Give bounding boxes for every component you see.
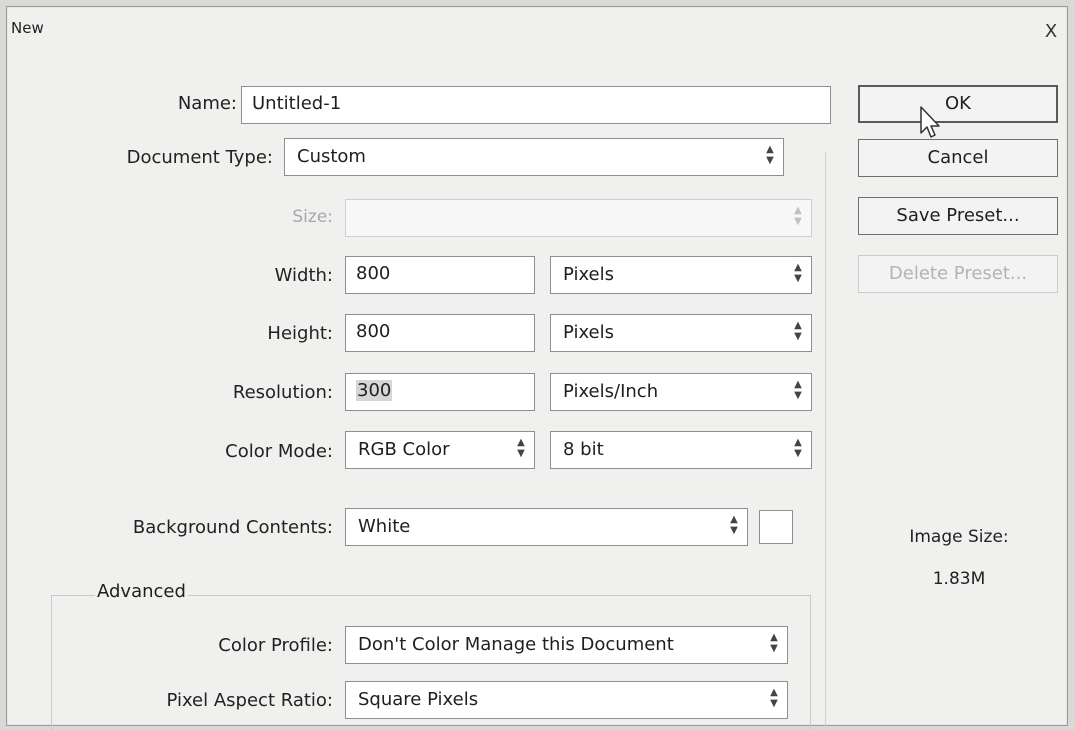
up-down-arrows-icon: ▲ ▼: [794, 320, 802, 342]
name-label: Name:: [177, 93, 237, 114]
up-down-arrows-icon: ▲ ▼: [517, 437, 525, 459]
up-down-arrows-icon: ▲ ▼: [770, 632, 778, 654]
up-down-arrows-icon: ▲ ▼: [794, 262, 802, 284]
pixel-aspect-ratio-select[interactable]: Square Pixels ▲ ▼: [345, 681, 788, 719]
advanced-toggle[interactable]: Advanced: [95, 581, 188, 602]
resolution-label: Resolution:: [232, 382, 333, 403]
width-input[interactable]: 800: [345, 256, 535, 294]
color-mode-label: Color Mode:: [225, 441, 333, 462]
size-label: Size:: [292, 207, 333, 227]
up-down-arrows-icon: ▲ ▼: [766, 144, 774, 166]
height-unit-select[interactable]: Pixels ▲ ▼: [550, 314, 812, 352]
up-down-arrows-icon: ▲ ▼: [770, 687, 778, 709]
bit-depth-value: 8 bit: [563, 439, 604, 460]
color-profile-value: Don't Color Manage this Document: [358, 634, 674, 655]
background-contents-select[interactable]: White ▲ ▼: [345, 508, 748, 546]
cancel-button[interactable]: Cancel: [858, 139, 1058, 177]
resolution-value: 300: [356, 380, 393, 401]
document-type-label: Document Type:: [126, 147, 273, 168]
image-size-value: 1.83M: [932, 569, 986, 589]
up-down-arrows-icon: ▲ ▼: [794, 205, 802, 227]
dialog-title: New: [11, 19, 44, 37]
pixel-aspect-ratio-value: Square Pixels: [358, 689, 479, 710]
divider: [825, 152, 826, 730]
resolution-input[interactable]: 300: [345, 373, 535, 411]
name-value: Untitled-1: [252, 93, 342, 114]
bit-depth-select[interactable]: 8 bit ▲ ▼: [550, 431, 812, 469]
resolution-unit-select[interactable]: Pixels/Inch ▲ ▼: [550, 373, 812, 411]
mouse-pointer-icon: [920, 106, 940, 138]
height-unit-value: Pixels: [563, 322, 615, 343]
ok-button[interactable]: OK: [858, 85, 1058, 123]
color-mode-value: RGB Color: [358, 439, 450, 460]
height-label: Height:: [267, 323, 333, 344]
up-down-arrows-icon: ▲ ▼: [794, 379, 802, 401]
title-bar: New X: [7, 7, 1067, 47]
name-input[interactable]: Untitled-1: [241, 86, 831, 124]
color-profile-select[interactable]: Don't Color Manage this Document ▲ ▼: [345, 626, 788, 664]
pixel-aspect-ratio-label: Pixel Aspect Ratio:: [166, 690, 334, 711]
width-unit-select[interactable]: Pixels ▲ ▼: [550, 256, 812, 294]
width-label: Width:: [274, 265, 333, 286]
up-down-arrows-icon: ▲ ▼: [794, 437, 802, 459]
color-mode-select[interactable]: RGB Color ▲ ▼: [345, 431, 535, 469]
background-contents-label: Background Contents:: [132, 517, 333, 538]
document-type-select[interactable]: Custom ▲ ▼: [284, 138, 784, 176]
background-color-swatch[interactable]: [759, 510, 793, 544]
document-type-value: Custom: [297, 146, 366, 167]
new-document-dialog: New X Name: Untitled-1 Document Type: Cu…: [6, 6, 1068, 730]
background-contents-value: White: [358, 516, 411, 537]
size-select: ▲ ▼: [345, 199, 812, 237]
image-size-label: Image Size:: [909, 527, 1009, 547]
width-unit-value: Pixels: [563, 264, 615, 285]
resolution-unit-value: Pixels/Inch: [563, 381, 659, 402]
color-profile-label: Color Profile:: [218, 635, 333, 656]
delete-preset-button: Delete Preset...: [858, 255, 1058, 293]
close-icon[interactable]: X: [1041, 21, 1061, 43]
up-down-arrows-icon: ▲ ▼: [730, 514, 738, 536]
width-value: 800: [356, 263, 391, 284]
height-input[interactable]: 800: [345, 314, 535, 352]
save-preset-button[interactable]: Save Preset...: [858, 197, 1058, 235]
height-value: 800: [356, 321, 391, 342]
